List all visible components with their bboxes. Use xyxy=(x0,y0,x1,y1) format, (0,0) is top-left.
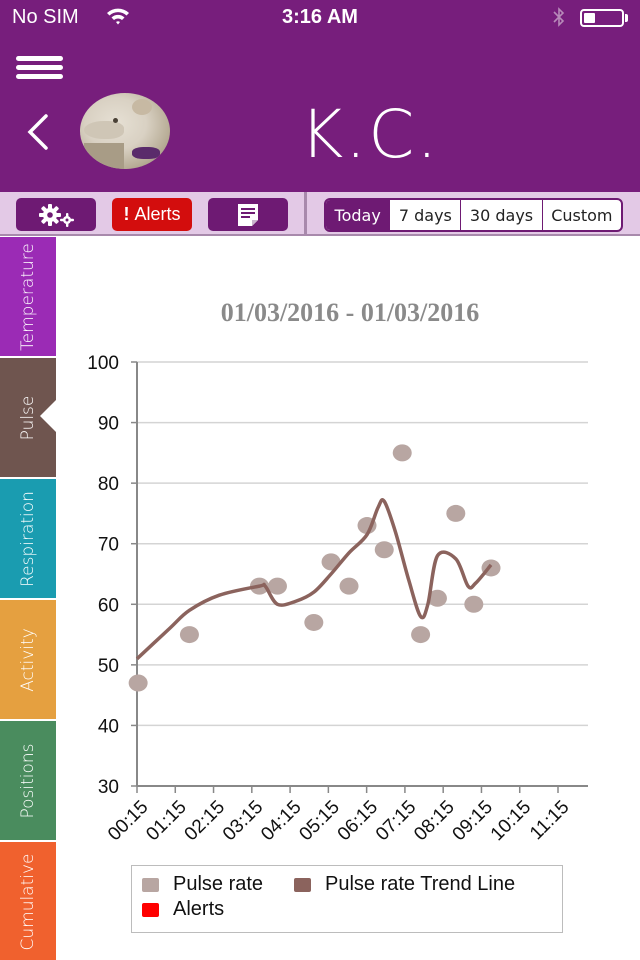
avatar[interactable] xyxy=(80,93,170,169)
bluetooth-icon xyxy=(553,7,565,27)
settings-button[interactable] xyxy=(16,198,96,231)
x-tick-label: 01:15 xyxy=(142,797,190,845)
legend-swatch xyxy=(142,877,159,892)
legend-pulse-rate[interactable]: Pulse rate xyxy=(142,873,263,896)
pulse-rate-point xyxy=(464,595,484,613)
notes-button[interactable] xyxy=(208,198,288,231)
y-tick-label: 70 xyxy=(98,535,119,556)
tab-label: Positions xyxy=(18,743,38,819)
pulse-rate-point xyxy=(374,541,394,559)
tab-respiration[interactable]: Respiration xyxy=(0,479,56,598)
pulse-rate-point xyxy=(392,444,412,462)
pulse-rate-point xyxy=(357,517,377,535)
chart-legend: Pulse rate Pulse rate Trend Line Alerts xyxy=(131,865,563,933)
chart-title: 01/03/2016 - 01/03/2016 xyxy=(220,298,480,327)
legend-swatch xyxy=(294,877,311,892)
clock: 3:16 AM xyxy=(282,6,358,28)
tab-cumulative[interactable]: Cumulative xyxy=(0,842,56,960)
x-tick-label: 00:15 xyxy=(104,797,152,845)
status-bar: No SIM 3:16 AM xyxy=(0,0,640,36)
y-tick-label: 50 xyxy=(98,656,119,677)
y-tick-label: 90 xyxy=(98,414,119,435)
x-tick-label: 02:15 xyxy=(181,797,229,845)
range-selector: Today 7 days 30 days Custom xyxy=(324,198,623,232)
page-title: K.C. xyxy=(300,96,440,173)
x-tick-label: 11:15 xyxy=(526,797,573,844)
legend-alerts[interactable]: Alerts xyxy=(142,898,224,921)
alerts-button[interactable]: ! Alerts xyxy=(112,198,192,231)
y-tick-label: 30 xyxy=(98,777,119,798)
range-7-days[interactable]: 7 days xyxy=(389,200,460,230)
tab-label: Activity xyxy=(18,628,38,692)
tab-label: Pulse xyxy=(18,395,38,441)
range-custom[interactable]: Custom xyxy=(541,200,621,230)
active-tab-pointer xyxy=(40,400,56,432)
legend-label: Alerts xyxy=(173,898,225,920)
tab-label: Temperature xyxy=(18,243,38,351)
tab-temperature[interactable]: Temperature xyxy=(0,237,56,356)
pulse-rate-point xyxy=(267,577,287,595)
tab-positions[interactable]: Positions xyxy=(0,721,56,840)
battery-icon xyxy=(580,9,624,27)
legend-label: Pulse rate xyxy=(173,873,264,895)
x-tick-label: 09:15 xyxy=(449,797,497,845)
pulse-rate-point xyxy=(411,626,431,644)
pulse-rate-point xyxy=(339,577,359,595)
gears-icon xyxy=(39,203,74,227)
legend-trend-line[interactable]: Pulse rate Trend Line xyxy=(294,873,515,896)
pulse-rate-point xyxy=(481,559,501,577)
pulse-rate-point xyxy=(179,626,199,644)
pulse-rate-point xyxy=(446,504,466,522)
alert-icon: ! xyxy=(123,204,130,224)
app-header: No SIM 3:16 AM K.C. xyxy=(0,0,640,192)
vitals-tabs: Temperature Pulse Respiration Activity P… xyxy=(0,237,56,960)
legend-swatch xyxy=(142,902,159,917)
battery-tip xyxy=(625,14,628,22)
range-30-days[interactable]: 30 days xyxy=(460,200,541,230)
chevron-left-icon[interactable] xyxy=(24,112,54,152)
y-tick-label: 40 xyxy=(98,716,119,737)
x-tick-label: 07:15 xyxy=(372,797,420,845)
x-tick-label: 05:15 xyxy=(295,797,343,845)
legend-label: Pulse rate Trend Line xyxy=(325,873,516,895)
tab-label: Respiration xyxy=(18,491,38,587)
x-tick-label: 06:15 xyxy=(334,797,382,845)
pulse-rate-point xyxy=(249,577,269,595)
note-icon xyxy=(238,203,258,226)
pulse-rate-point xyxy=(427,589,447,607)
toolbar-divider xyxy=(304,192,307,236)
y-tick-label: 60 xyxy=(98,595,119,616)
range-today[interactable]: Today xyxy=(326,200,390,230)
hamburger-menu-icon[interactable] xyxy=(16,56,63,80)
tab-pulse[interactable]: Pulse xyxy=(0,358,56,477)
alerts-label: Alerts xyxy=(134,204,181,224)
pulse-trend-line xyxy=(135,498,493,661)
y-tick-label: 100 xyxy=(87,353,119,374)
x-tick-label: 08:15 xyxy=(410,797,458,845)
x-tick-label: 10:15 xyxy=(487,797,535,845)
pulse-rate-point xyxy=(321,553,341,571)
pulse-rate-point xyxy=(128,674,148,692)
pulse-rate-point xyxy=(304,613,324,631)
y-tick-label: 80 xyxy=(98,474,119,495)
tab-activity[interactable]: Activity xyxy=(0,600,56,719)
x-tick-label: 04:15 xyxy=(257,797,305,845)
x-tick-label: 03:15 xyxy=(219,797,267,845)
tab-label: Cumulative xyxy=(18,853,38,951)
